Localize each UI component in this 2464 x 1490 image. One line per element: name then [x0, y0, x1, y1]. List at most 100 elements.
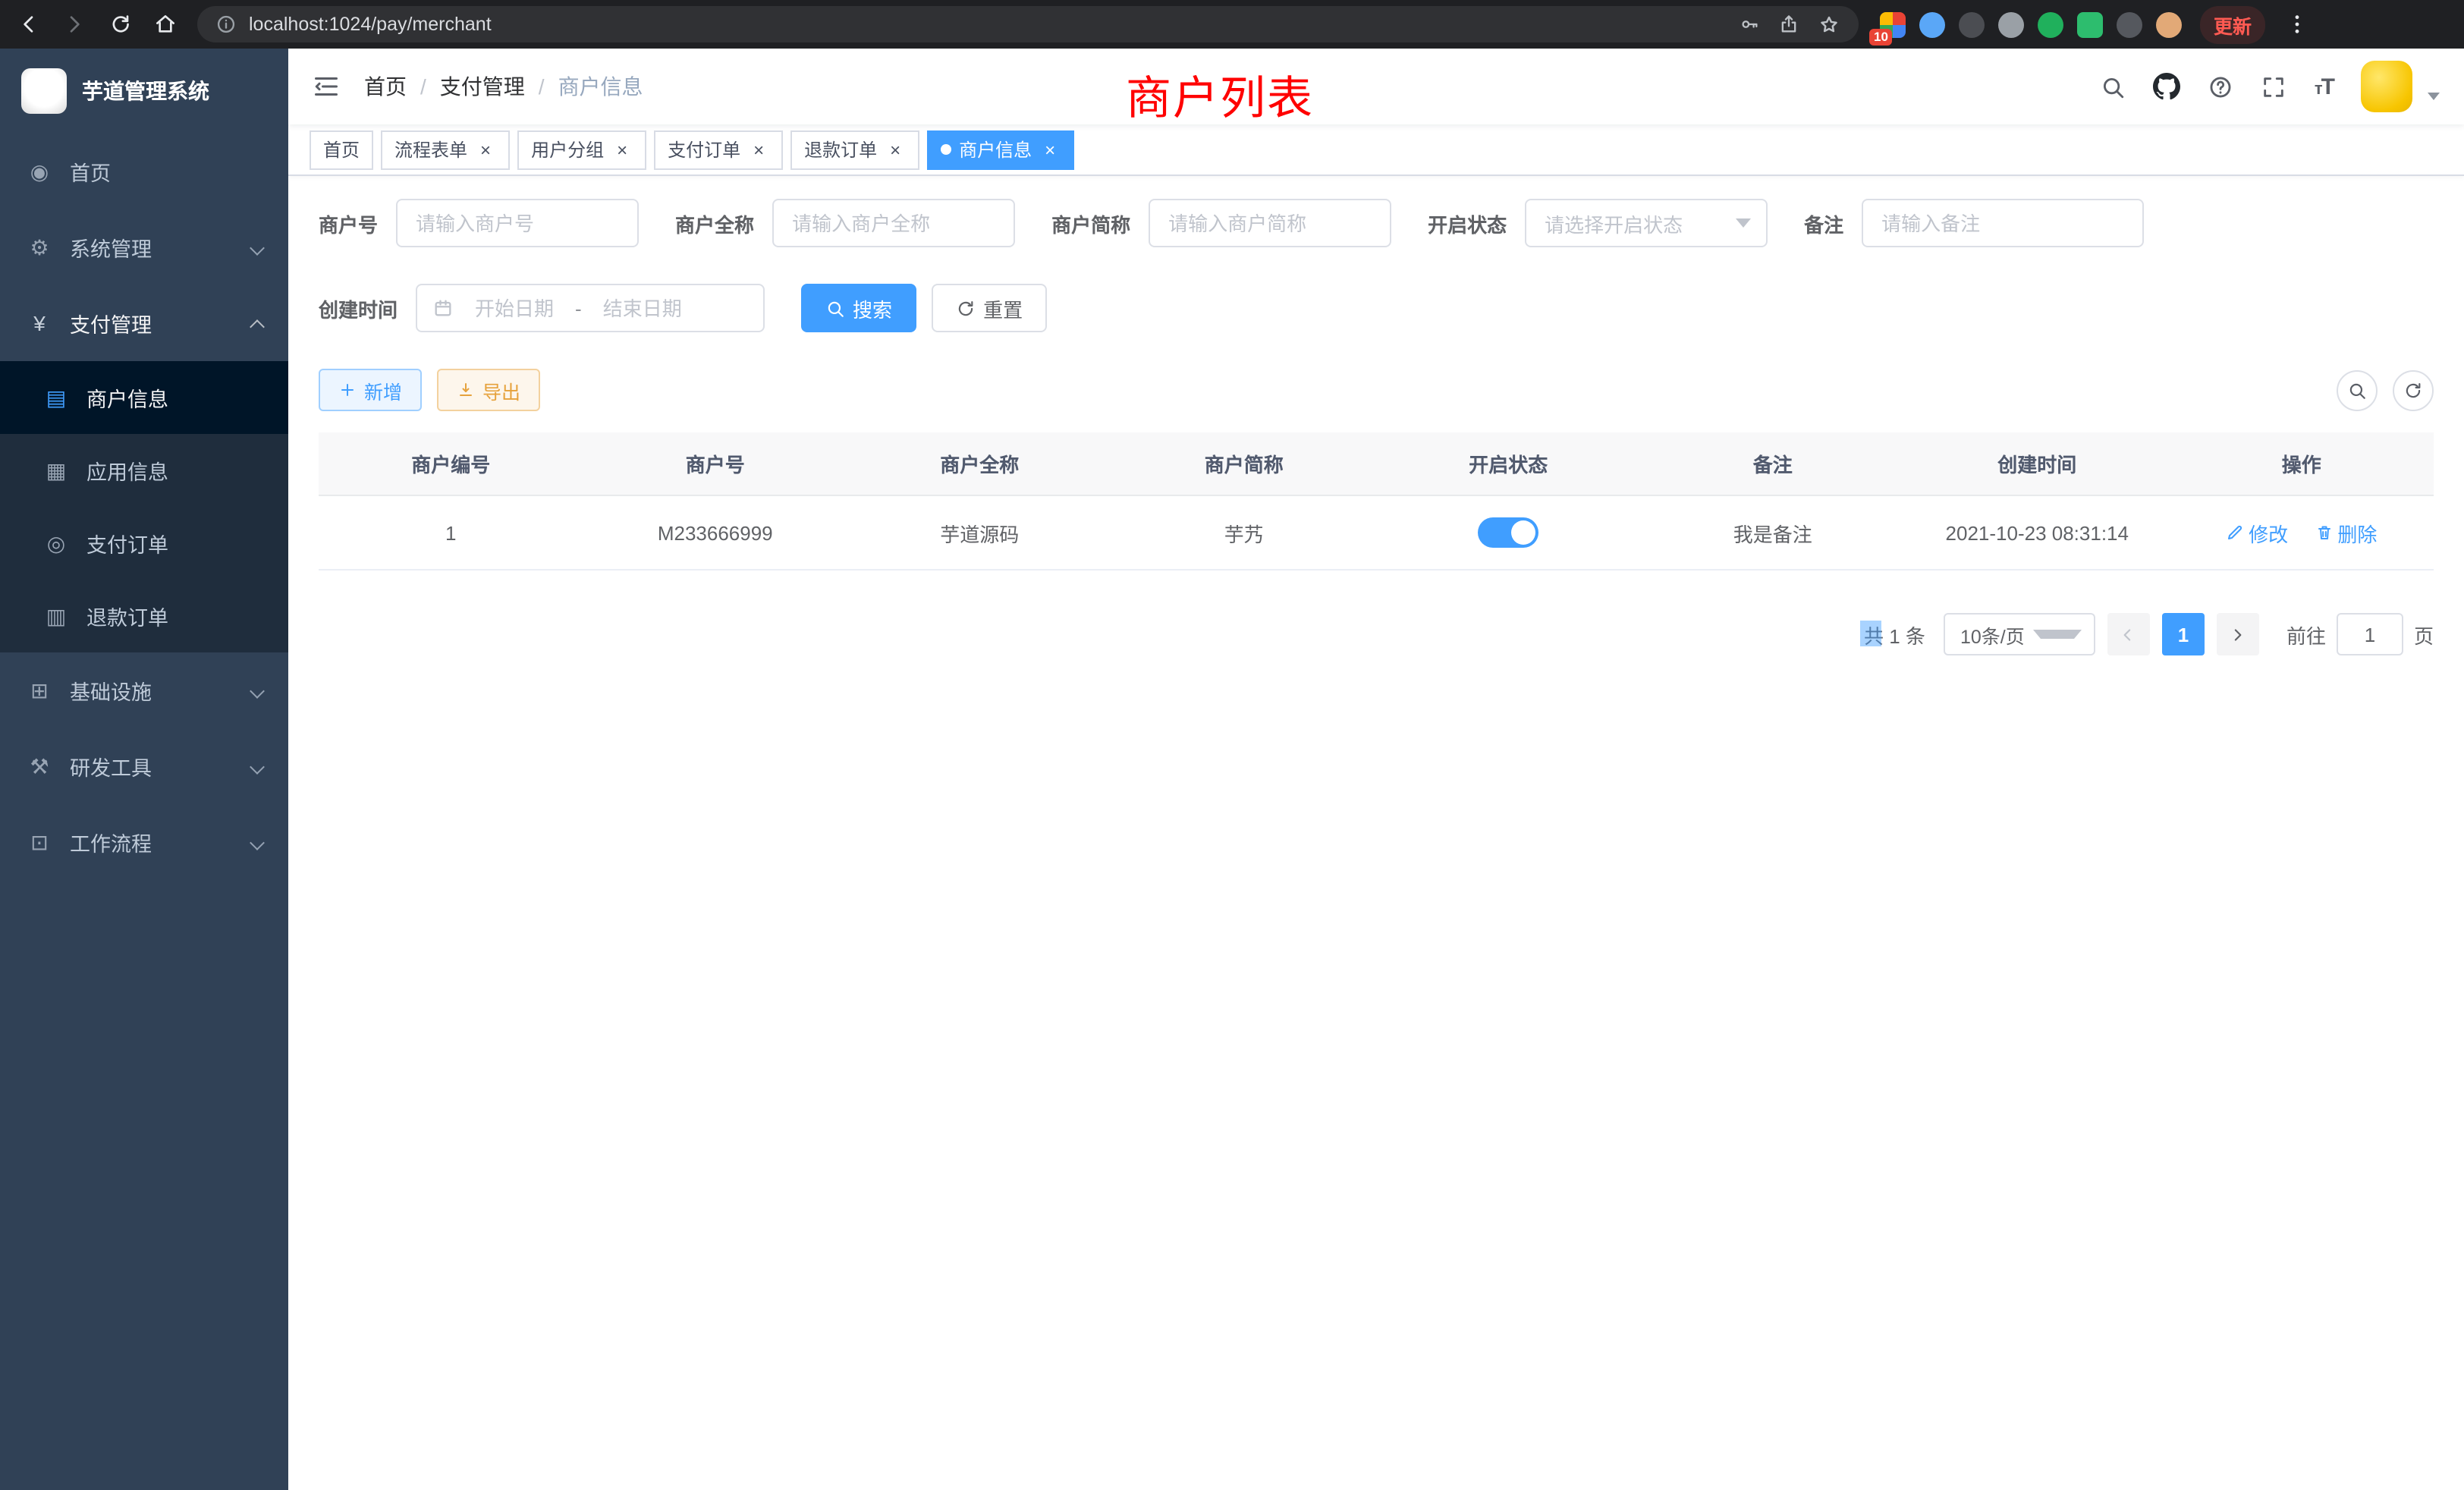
sidebar-item-merchant-info[interactable]: ▤ 商户信息	[0, 361, 288, 434]
cell-merchant-id: 1	[319, 495, 583, 570]
tab-user-group[interactable]: 用户分组	[517, 130, 646, 169]
user-avatar[interactable]	[2361, 61, 2412, 112]
extension-icon[interactable]	[1959, 11, 1985, 37]
current-page-button[interactable]: 1	[2162, 613, 2205, 655]
remark-input[interactable]	[1862, 199, 2144, 247]
tab-pay-order[interactable]: 支付订单	[654, 130, 783, 169]
address-bar[interactable]: localhost:1024/pay/merchant	[197, 6, 1859, 42]
add-button[interactable]: 新增	[319, 369, 422, 411]
status-select[interactable]: 请选择开启状态	[1525, 199, 1768, 247]
sidebar-item-label: 研发工具	[70, 751, 152, 781]
browser-back-icon[interactable]	[15, 11, 42, 38]
share-icon[interactable]	[1778, 14, 1799, 35]
sidebar-item-dev-tools[interactable]: ⚒ 研发工具	[0, 728, 288, 804]
chevron-down-icon	[250, 835, 265, 850]
breadcrumb-home[interactable]: 首页	[364, 71, 407, 102]
browser-menu-icon[interactable]	[2283, 11, 2311, 38]
browser-reload-icon[interactable]	[106, 11, 134, 38]
reset-button[interactable]: 重置	[932, 284, 1047, 332]
site-info-icon[interactable]	[215, 14, 237, 35]
sidebar-item-home[interactable]: ◉ 首页	[0, 134, 288, 209]
page-size-select[interactable]: 10条/页	[1944, 613, 2095, 655]
full-name-input[interactable]	[772, 199, 1015, 247]
goto-page-input[interactable]	[2337, 613, 2403, 655]
sidebar-item-system-mgmt[interactable]: ⚙ 系统管理	[0, 209, 288, 285]
sidebar-item-infrastructure[interactable]: ⊞ 基础设施	[0, 652, 288, 728]
search-button[interactable]: 搜索	[801, 284, 916, 332]
chevron-down-icon	[1736, 218, 1751, 228]
browser-forward-icon[interactable]	[61, 11, 88, 38]
close-icon[interactable]	[1039, 139, 1061, 160]
toggle-search-button[interactable]	[2337, 369, 2378, 410]
end-date-input[interactable]	[588, 297, 697, 319]
prev-page-button[interactable]	[2107, 613, 2150, 655]
sidebar-item-app-info[interactable]: ▦ 应用信息	[0, 434, 288, 507]
github-icon[interactable]	[2154, 73, 2181, 100]
sidebar-item-pay-order[interactable]: ◎ 支付订单	[0, 507, 288, 580]
monitor-icon: ⊞	[26, 677, 53, 703]
avatar-caret-icon[interactable]	[2428, 93, 2440, 100]
bookmark-star-icon[interactable]	[1818, 13, 1840, 36]
tab-label: 用户分组	[531, 137, 604, 162]
tab-refund-order[interactable]: 退款订单	[790, 130, 919, 169]
sidebar-item-label: 支付订单	[86, 528, 168, 558]
app-logo[interactable]: 芋道管理系统	[0, 49, 288, 134]
sidebar-item-workflow[interactable]: ⊡ 工作流程	[0, 804, 288, 880]
status-label: 开启状态	[1428, 209, 1507, 237]
tab-label: 商户信息	[959, 137, 1032, 162]
browser-home-icon[interactable]	[152, 11, 179, 38]
create-time-range[interactable]: -	[416, 284, 765, 332]
tab-label: 流程表单	[394, 137, 467, 162]
short-name-input[interactable]	[1149, 199, 1391, 247]
delete-button[interactable]: 删除	[2315, 518, 2377, 547]
sidebar-fold-icon[interactable]	[313, 73, 340, 100]
sidebar-item-payment-mgmt[interactable]: ¥ 支付管理	[0, 285, 288, 361]
tab-label: 支付订单	[668, 137, 740, 162]
extension-icon[interactable]	[2077, 11, 2103, 37]
extension-icon[interactable]	[1919, 11, 1945, 37]
next-page-button[interactable]	[2217, 613, 2259, 655]
tab-process-form[interactable]: 流程表单	[381, 130, 510, 169]
header-search-icon[interactable]	[2101, 74, 2126, 99]
fullscreen-icon[interactable]	[2261, 74, 2287, 99]
delete-button-label: 删除	[2337, 518, 2377, 547]
extension-icon[interactable]: 10	[1880, 11, 1906, 37]
profile-avatar[interactable]	[2156, 11, 2182, 37]
tab-merchant-info[interactable]: 商户信息	[927, 130, 1074, 169]
edit-button[interactable]: 修改	[2226, 518, 2288, 547]
browser-update-button[interactable]: 更新	[2200, 5, 2265, 43]
extension-icon[interactable]	[2038, 11, 2063, 37]
merchant-no-input[interactable]	[396, 199, 639, 247]
tab-label: 首页	[323, 137, 360, 162]
active-dot	[941, 144, 951, 155]
yen-icon: ¥	[26, 311, 53, 335]
sidebar-item-label: 支付管理	[70, 308, 152, 338]
status-toggle[interactable]	[1478, 517, 1538, 548]
close-icon[interactable]	[611, 139, 633, 160]
sidebar-item-label: 工作流程	[70, 827, 152, 857]
export-button-label: 导出	[482, 376, 520, 404]
card-icon: ▤	[42, 385, 70, 410]
pagination-total: 共 1 条	[1864, 620, 1925, 649]
breadcrumb-payment-mgmt[interactable]: 支付管理	[440, 71, 525, 102]
password-key-icon[interactable]	[1739, 14, 1760, 35]
document-icon: ▥	[42, 603, 70, 629]
target-icon: ◎	[42, 530, 70, 556]
close-icon[interactable]	[475, 139, 496, 160]
close-icon[interactable]	[885, 139, 906, 160]
table-toolbar: 新增 导出	[319, 369, 2434, 411]
sidebar-item-label: 系统管理	[70, 232, 152, 262]
sidebar-item-refund-order[interactable]: ▥ 退款订单	[0, 580, 288, 652]
export-button[interactable]: 导出	[437, 369, 540, 411]
extension-icon[interactable]	[1998, 11, 2024, 37]
start-date-input[interactable]	[460, 297, 569, 319]
pagination-goto: 前往 页	[2286, 613, 2434, 655]
tab-home[interactable]: 首页	[310, 130, 373, 169]
close-icon[interactable]	[748, 139, 769, 160]
col-create-time: 创建时间	[1905, 432, 2170, 495]
refresh-button[interactable]	[2393, 369, 2434, 410]
extension-icon[interactable]	[2117, 11, 2142, 37]
font-size-icon[interactable]	[2315, 74, 2334, 99]
help-icon[interactable]	[2208, 74, 2234, 99]
tags-view: 首页 流程表单 用户分组 支付订单	[288, 124, 2464, 176]
